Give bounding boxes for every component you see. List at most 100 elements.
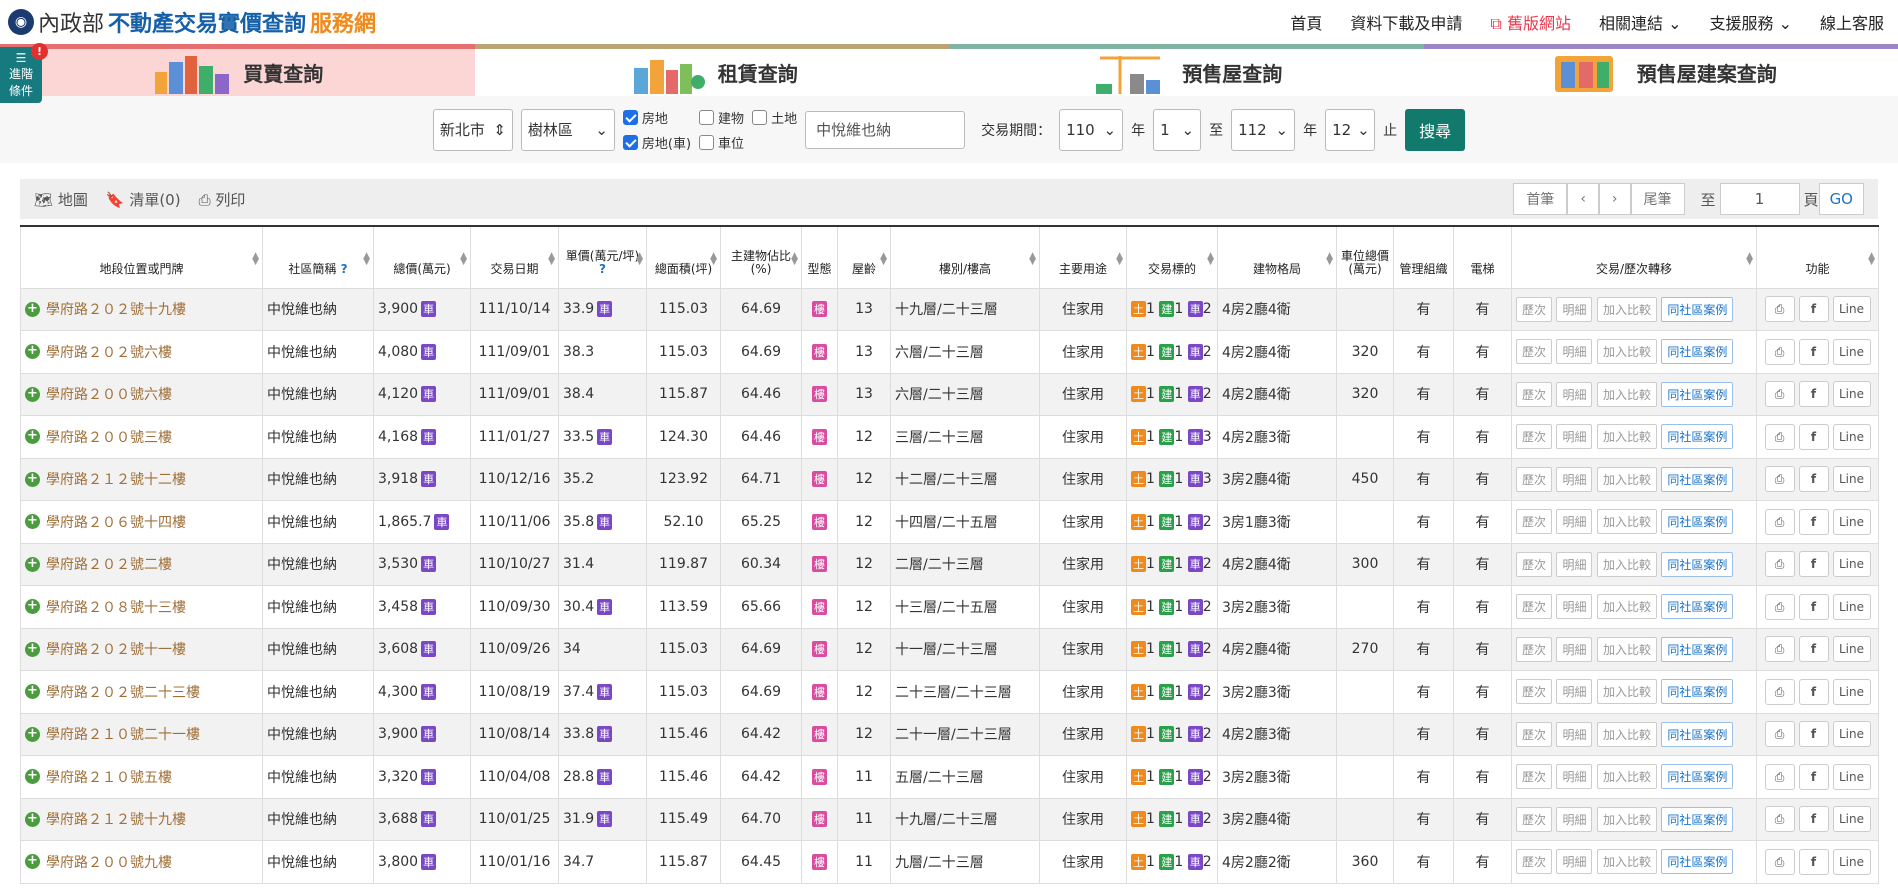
- column-header[interactable]: 建物格局 ▲ ▼: [1217, 225, 1337, 289]
- line-share-button[interactable]: Line: [1832, 806, 1871, 833]
- print-button[interactable]: ⎙ 列印: [199, 189, 246, 210]
- same-community-button[interactable]: 同社區案例: [1661, 509, 1734, 535]
- print-row-button[interactable]: ⎙: [1764, 466, 1795, 493]
- expand-plus-icon[interactable]: +: [25, 386, 40, 402]
- detail-button[interactable]: 明細: [1556, 764, 1593, 790]
- column-header[interactable]: 總面積(坪) ▲ ▼: [646, 225, 721, 289]
- line-share-button[interactable]: Line: [1832, 721, 1871, 748]
- facebook-share-button[interactable]: f: [1798, 508, 1829, 535]
- first-page-button[interactable]: 首筆: [1513, 183, 1568, 215]
- print-row-button[interactable]: ⎙: [1764, 423, 1795, 450]
- to-year-select[interactable]: 112 ⌄: [1231, 108, 1296, 151]
- compare-button[interactable]: 加入比較: [1596, 466, 1657, 492]
- sort-icon[interactable]: ▲ ▼: [636, 252, 643, 267]
- facebook-share-button[interactable]: f: [1798, 806, 1829, 833]
- expand-plus-icon[interactable]: +: [25, 854, 40, 870]
- same-community-button[interactable]: 同社區案例: [1661, 551, 1734, 577]
- sort-icon[interactable]: ▲ ▼: [548, 252, 555, 267]
- next-page-button[interactable]: ›: [1598, 183, 1631, 215]
- sort-icon[interactable]: ▲ ▼: [252, 252, 259, 267]
- history-button[interactable]: 歷次: [1516, 381, 1553, 407]
- line-share-button[interactable]: Line: [1832, 508, 1871, 535]
- last-page-button[interactable]: 尾筆: [1630, 183, 1685, 215]
- sort-icon[interactable]: ▲ ▼: [460, 252, 467, 267]
- detail-button[interactable]: 明細: [1556, 551, 1593, 577]
- expand-plus-icon[interactable]: +: [25, 429, 40, 445]
- address-link[interactable]: 學府路２１２號十九樓: [46, 809, 186, 829]
- prev-page-button[interactable]: ‹: [1567, 183, 1599, 215]
- column-header[interactable]: 管理組織: [1393, 225, 1454, 289]
- compare-button[interactable]: 加入比較: [1596, 636, 1657, 662]
- nav-home[interactable]: 首頁: [1290, 10, 1322, 34]
- checkbox-land-house-car[interactable]: 房地(車): [622, 133, 691, 152]
- history-button[interactable]: 歷次: [1516, 721, 1553, 747]
- expand-plus-icon[interactable]: +: [25, 641, 40, 657]
- facebook-share-button[interactable]: f: [1798, 551, 1829, 578]
- facebook-share-button[interactable]: f: [1798, 338, 1829, 365]
- compare-button[interactable]: 加入比較: [1596, 424, 1657, 450]
- column-header[interactable]: 地段位置或門牌 ▲ ▼: [20, 225, 263, 289]
- facebook-share-button[interactable]: f: [1798, 381, 1829, 408]
- print-row-button[interactable]: ⎙: [1764, 593, 1795, 620]
- address-link[interactable]: 學府路２０２號二十三樓: [46, 682, 200, 702]
- expand-plus-icon[interactable]: +: [25, 726, 40, 742]
- address-link[interactable]: 學府路２１０號二十一樓: [46, 724, 200, 744]
- compare-button[interactable]: 加入比較: [1596, 849, 1657, 875]
- address-link[interactable]: 學府路２００號九樓: [46, 852, 172, 872]
- print-row-button[interactable]: ⎙: [1764, 848, 1795, 875]
- expand-plus-icon[interactable]: +: [25, 344, 40, 360]
- print-row-button[interactable]: ⎙: [1764, 806, 1795, 833]
- column-header[interactable]: 屋齡 ▲ ▼: [837, 225, 891, 289]
- detail-button[interactable]: 明細: [1556, 509, 1593, 535]
- line-share-button[interactable]: Line: [1832, 636, 1871, 663]
- address-link[interactable]: 學府路２００號三樓: [46, 427, 172, 447]
- same-community-button[interactable]: 同社區案例: [1661, 296, 1734, 322]
- address-link[interactable]: 學府路２００號六樓: [46, 384, 172, 404]
- expand-plus-icon[interactable]: +: [25, 301, 40, 317]
- checkbox-land-house[interactable]: 房地: [622, 108, 691, 127]
- expand-plus-icon[interactable]: +: [25, 599, 40, 615]
- print-row-button[interactable]: ⎙: [1764, 551, 1795, 578]
- expand-plus-icon[interactable]: +: [25, 556, 40, 572]
- detail-button[interactable]: 明細: [1556, 721, 1593, 747]
- line-share-button[interactable]: Line: [1832, 593, 1871, 620]
- compare-button[interactable]: 加入比較: [1596, 381, 1657, 407]
- detail-button[interactable]: 明細: [1556, 466, 1593, 492]
- sort-icon[interactable]: ▲ ▼: [1029, 252, 1036, 267]
- column-header[interactable]: 電梯: [1453, 225, 1512, 289]
- column-header[interactable]: 交易日期 ▲ ▼: [470, 225, 559, 289]
- line-share-button[interactable]: Line: [1832, 551, 1871, 578]
- detail-button[interactable]: 明細: [1556, 381, 1593, 407]
- print-row-button[interactable]: ⎙: [1764, 763, 1795, 790]
- history-button[interactable]: 歷次: [1516, 679, 1553, 705]
- from-month-select[interactable]: 1 ⌄: [1153, 108, 1202, 151]
- checkbox-land[interactable]: 土地: [752, 108, 797, 127]
- expand-plus-icon[interactable]: +: [25, 769, 40, 785]
- history-button[interactable]: 歷次: [1516, 296, 1553, 322]
- tab-presale-project[interactable]: 預售屋建案查詢: [1423, 44, 1898, 96]
- line-share-button[interactable]: Line: [1832, 338, 1871, 365]
- facebook-share-button[interactable]: f: [1798, 763, 1829, 790]
- column-header[interactable]: 主要用途 ▲ ▼: [1039, 225, 1127, 289]
- column-header[interactable]: 主建物佔比(%) ▲ ▼: [720, 225, 802, 289]
- nav-links[interactable]: 相關連結 ⌄: [1599, 10, 1682, 34]
- print-row-button[interactable]: ⎙: [1764, 508, 1795, 535]
- history-button[interactable]: 歷次: [1516, 551, 1553, 577]
- history-button[interactable]: 歷次: [1516, 636, 1553, 662]
- facebook-share-button[interactable]: f: [1798, 678, 1829, 705]
- compare-button[interactable]: 加入比較: [1596, 679, 1657, 705]
- facebook-share-button[interactable]: f: [1798, 423, 1829, 450]
- history-button[interactable]: 歷次: [1516, 509, 1553, 535]
- column-header[interactable]: 車位總價(萬元): [1336, 225, 1394, 289]
- sort-icon[interactable]: ▲ ▼: [1746, 252, 1753, 267]
- address-link[interactable]: 學府路２０２號六樓: [46, 342, 172, 362]
- column-header[interactable]: 單價(萬元/坪) ? ▲ ▼: [558, 225, 647, 289]
- print-row-button[interactable]: ⎙: [1764, 296, 1795, 323]
- detail-button[interactable]: 明細: [1556, 339, 1593, 365]
- sort-icon[interactable]: ▲ ▼: [1326, 252, 1333, 267]
- expand-plus-icon[interactable]: +: [25, 811, 40, 827]
- city-select[interactable]: 新北市 ⇕: [432, 108, 513, 151]
- same-community-button[interactable]: 同社區案例: [1661, 381, 1734, 407]
- line-share-button[interactable]: Line: [1832, 678, 1871, 705]
- list-button[interactable]: 🔖 清單(0): [106, 189, 181, 210]
